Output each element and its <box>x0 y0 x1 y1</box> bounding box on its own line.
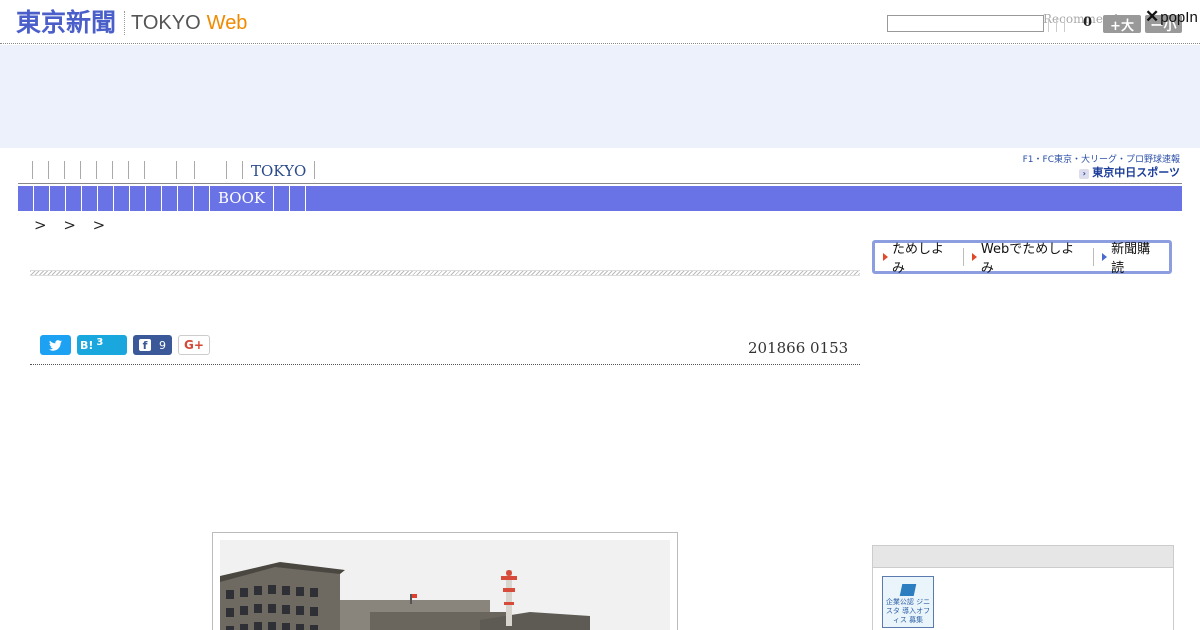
nav-item[interactable] <box>290 186 307 211</box>
article-date: 201866 0153 <box>748 339 849 357</box>
recommend-count: 0 <box>1083 15 1093 30</box>
subnav-item[interactable] <box>32 161 48 179</box>
subnav-item[interactable] <box>80 161 96 179</box>
subnav-item-tokyo[interactable]: TOKYO <box>242 161 314 180</box>
close-icon[interactable]: ✕ <box>1145 7 1159 27</box>
sidebar-box: 企業公認 ジニスタ 導入オフィス 募集 <box>872 545 1174 630</box>
title-divider <box>30 270 860 276</box>
nav-item[interactable] <box>98 186 114 211</box>
subscribe-link[interactable]: 新聞購読 <box>1093 242 1169 276</box>
sub-navigation: TOKYO <box>18 158 1182 184</box>
sub-navigation-items: TOKYO <box>32 161 316 180</box>
nav-item[interactable] <box>194 186 210 211</box>
nav-item[interactable] <box>34 186 50 211</box>
main-navigation: BOOK <box>18 186 1182 211</box>
social-share-buttons: B! 3 f 9 G+ <box>40 335 210 355</box>
subnav-item[interactable] <box>48 161 64 179</box>
nav-item[interactable] <box>162 186 178 211</box>
nav-item[interactable] <box>146 186 162 211</box>
chunichi-sports-title: 東京中日スポーツ <box>1092 166 1180 179</box>
subnav-item[interactable] <box>176 161 194 179</box>
subnav-item[interactable] <box>96 161 112 179</box>
logo-mark-icon <box>899 584 917 596</box>
nav-item[interactable] <box>18 186 34 211</box>
subnav-item[interactable] <box>112 161 128 179</box>
subnav-item[interactable] <box>128 161 144 179</box>
google-plus-share-button[interactable]: G+ <box>178 335 210 355</box>
site-logo[interactable]: 東京新聞 TOKYO Web <box>16 8 247 38</box>
facebook-count: 9 <box>159 338 166 352</box>
logo-tokyo-shimbun: 東京新聞 <box>16 8 117 37</box>
subnav-divider <box>314 161 316 179</box>
recruitment-badge[interactable]: 企業公認 ジニスタ 導入オフィス 募集 <box>882 576 934 628</box>
subnav-item[interactable] <box>144 161 176 179</box>
recommend-separators <box>1048 18 1069 32</box>
site-header: 東京新聞 TOKYO Web Recommend 0 +大 ー小 ✕ popIn <box>0 0 1200 44</box>
article-header-divider <box>30 364 860 365</box>
nav-item[interactable] <box>114 186 130 211</box>
font-size-up-button[interactable]: +大 <box>1103 15 1141 34</box>
logo-tokyo-text: TOKYO <box>131 12 201 34</box>
article-photo <box>220 540 670 630</box>
search-input[interactable] <box>887 15 1044 32</box>
twitter-icon <box>49 339 62 351</box>
triangle-right-icon <box>883 253 888 261</box>
facebook-icon: f <box>139 339 151 352</box>
hatena-count: 3 <box>96 336 104 348</box>
twitter-share-button[interactable] <box>40 335 71 355</box>
subnav-item[interactable] <box>194 161 226 179</box>
facebook-share-button[interactable]: f 9 <box>133 335 172 355</box>
nav-item-book[interactable]: BOOK <box>210 186 275 211</box>
building-photo <box>220 540 670 630</box>
subnav-item[interactable] <box>226 161 242 179</box>
nav-item[interactable] <box>130 186 146 211</box>
chevron-right-icon: › <box>1079 169 1090 179</box>
article-photo-frame <box>212 532 678 630</box>
ad-banner-area <box>0 45 1200 148</box>
web-trial-read-label: Webでためしよみ <box>980 242 1075 276</box>
trial-read-label: ためしよみ <box>892 242 945 276</box>
triangle-right-icon <box>1102 253 1108 261</box>
subnav-label: TOKYO <box>251 162 307 180</box>
nav-item[interactable] <box>82 186 98 211</box>
sidebar-box-header <box>873 546 1173 568</box>
nav-item[interactable] <box>178 186 194 211</box>
nav-item[interactable] <box>274 186 291 211</box>
popin-label: popIn <box>1160 8 1198 26</box>
logo-divider <box>124 11 126 35</box>
nav-item[interactable] <box>66 186 82 211</box>
recruitment-badge-text: 企業公認 ジニスタ 導入オフィス 募集 <box>885 598 931 624</box>
hatena-bookmark-button[interactable]: B! 3 <box>77 335 127 355</box>
hatena-icon: B! <box>80 338 94 352</box>
subscribe-label: 新聞購読 <box>1111 242 1151 276</box>
triangle-right-icon <box>971 253 977 261</box>
popin-close[interactable]: ✕ popIn <box>1145 7 1198 27</box>
chunichi-tagline: F1・FC東京・大リーグ・プロ野球速報 <box>1022 155 1180 165</box>
web-trial-read-link[interactable]: Webでためしよみ <box>962 242 1093 276</box>
subnav-item[interactable] <box>64 161 80 179</box>
subscription-links: ためしよみ Webでためしよみ 新聞購読 <box>872 240 1172 276</box>
nav-item[interactable] <box>50 186 66 211</box>
breadcrumb[interactable]: > > > <box>34 216 111 234</box>
logo-web-text: Web <box>206 12 248 34</box>
chunichi-sports-link[interactable]: F1・FC東京・大リーグ・プロ野球速報 › 東京中日スポーツ <box>1010 154 1180 182</box>
trial-read-link[interactable]: ためしよみ <box>875 242 963 276</box>
